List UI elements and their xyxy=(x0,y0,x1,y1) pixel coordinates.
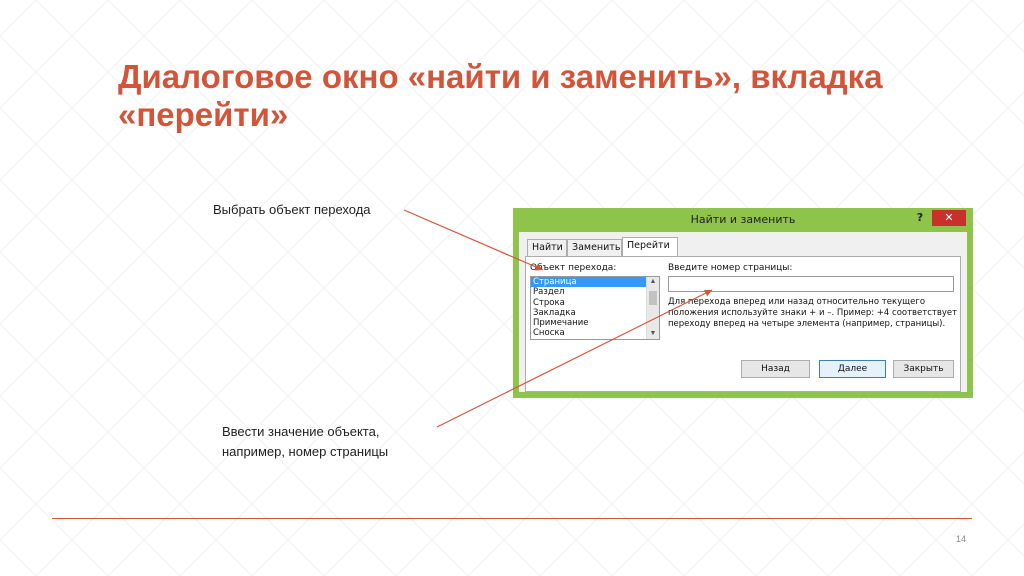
object-listbox[interactable]: Страница Раздел Строка Закладка Примечан… xyxy=(530,276,660,340)
list-item-comment[interactable]: Примечание xyxy=(531,318,646,328)
object-label: Объект перехода: xyxy=(530,263,617,273)
close-icon[interactable]: ✕ xyxy=(932,210,966,226)
scroll-up-icon[interactable]: ▲ xyxy=(647,277,659,287)
list-item-bookmark[interactable]: Закладка xyxy=(531,308,646,318)
tab-find[interactable]: Найти xyxy=(527,239,567,256)
callout-enter-value: Ввести значение объекта, например, номер… xyxy=(222,422,442,462)
list-item-section[interactable]: Раздел xyxy=(531,287,646,297)
list-item-line[interactable]: Строка xyxy=(531,298,646,308)
page-number-input[interactable] xyxy=(668,276,954,292)
back-button[interactable]: Назад xyxy=(741,360,810,378)
scroll-down-icon[interactable]: ▼ xyxy=(647,329,659,339)
page-number-label: Введите номер страницы: xyxy=(668,263,793,273)
scroll-thumb[interactable] xyxy=(649,291,657,305)
goto-tab-panel: Объект перехода: Страница Раздел Строка … xyxy=(525,256,961,392)
dialog-titlebar[interactable]: Найти и заменить ? ✕ xyxy=(513,208,973,232)
help-text: Для перехода вперед или назад относитель… xyxy=(668,297,958,329)
list-item-footnote[interactable]: Сноска xyxy=(531,328,646,338)
page-number: 14 xyxy=(956,534,967,544)
tab-goto[interactable]: Перейти xyxy=(622,237,678,257)
close-button[interactable]: Закрыть xyxy=(893,360,954,378)
tab-replace[interactable]: Заменить xyxy=(567,239,622,256)
help-button[interactable]: ? xyxy=(913,211,927,227)
slide-title: Диалоговое окно «найти и заменить», вкла… xyxy=(118,58,883,133)
dialog-body: Найти Заменить Перейти Объект перехода: … xyxy=(519,232,967,392)
callout-enter-value-line1: Ввести значение объекта, xyxy=(222,424,380,439)
callout-enter-value-line2: например, номер страницы xyxy=(222,444,389,459)
dialog-title: Найти и заменить xyxy=(690,213,796,226)
footer-divider xyxy=(52,518,972,519)
find-replace-dialog: Найти и заменить ? ✕ Найти Заменить Пере… xyxy=(513,208,973,398)
callout-select-object: Выбрать объект перехода xyxy=(213,202,371,217)
next-button[interactable]: Далее xyxy=(819,360,886,378)
list-item-page[interactable]: Страница xyxy=(531,277,646,288)
listbox-scrollbar[interactable]: ▲ ▼ xyxy=(646,277,659,339)
